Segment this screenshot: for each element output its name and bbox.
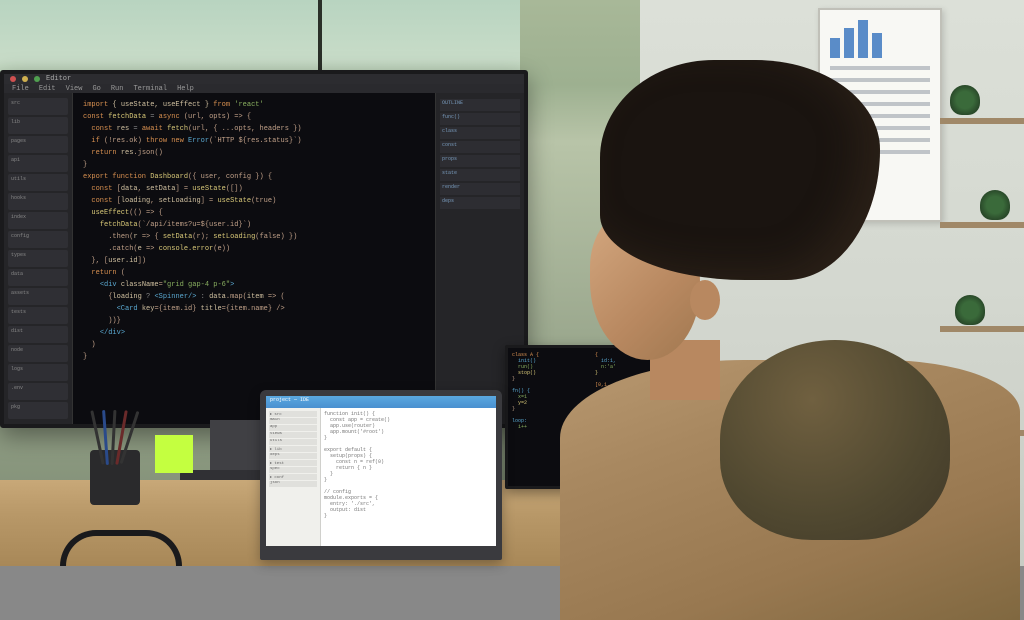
code-line: } xyxy=(324,513,493,519)
menu-item: Go xyxy=(92,85,100,93)
outline-item: OUTLINE xyxy=(440,99,520,111)
file-tree-item: .env xyxy=(8,383,68,400)
menu-item: Help xyxy=(177,85,194,93)
file-tree-item: lib xyxy=(8,117,68,134)
person-developer xyxy=(560,60,1020,566)
window-control-icon xyxy=(10,76,16,82)
file-tree-item: config xyxy=(8,231,68,248)
code-line: return res.json() xyxy=(83,147,425,159)
hoodie-hood xyxy=(720,340,950,540)
outline-item: const xyxy=(440,141,520,153)
code-line: <Card key={item.id} title={item.name} /> xyxy=(83,303,425,315)
whiteboard-chart xyxy=(830,18,930,58)
file-tree-item: deps xyxy=(269,453,317,459)
sticky-note xyxy=(155,435,193,473)
file-tree-item: index xyxy=(8,212,68,229)
menu-item: File xyxy=(12,85,29,93)
laptop-file-tree: ▸ src main app views utils▸ lib deps▸ te… xyxy=(266,408,321,546)
menu-item: Run xyxy=(111,85,124,93)
code-line: {loading ? <Spinner/> : data.map(item =>… xyxy=(83,291,425,303)
outline-item: func() xyxy=(440,113,520,125)
code-line: <div className="grid gap-4 p-6"> xyxy=(83,279,425,291)
outline-item: props xyxy=(440,155,520,167)
file-tree-item: logs xyxy=(8,364,68,381)
file-tree-item: hooks xyxy=(8,193,68,210)
file-tree-item: dist xyxy=(8,326,68,343)
code-line: ) xyxy=(83,339,425,351)
code-line: import { useState, useEffect } from 'rea… xyxy=(83,99,425,111)
code-line: useEffect(() => { xyxy=(83,207,425,219)
file-tree-item: ▸ test xyxy=(269,460,317,466)
code-line: }, [user.id]) xyxy=(83,255,425,267)
outline-item: class xyxy=(440,127,520,139)
code-line: .catch(e => console.error(e)) xyxy=(83,243,425,255)
outline-item: deps xyxy=(440,197,520,209)
file-tree-item: ▸ lib xyxy=(269,446,317,452)
file-tree-item: utils xyxy=(8,174,68,191)
file-tree-item: ▸ src xyxy=(269,411,317,417)
dark-ide: Editor File Edit View Go Run Terminal Help src… xyxy=(4,74,524,424)
file-tree-item: ▸ conf xyxy=(269,474,317,480)
ide-titlebar: Editor xyxy=(4,74,524,84)
laptop-screen: project — IDE ▸ src main app views utils… xyxy=(260,390,502,560)
file-tree-item: node xyxy=(8,345,68,362)
code-line: const [data, setData] = useState([]) xyxy=(83,183,425,195)
file-tree-item: json xyxy=(269,481,317,487)
external-monitor: Editor File Edit View Go Run Terminal Help src… xyxy=(0,70,528,428)
pen-holder xyxy=(90,450,140,505)
code-line: .then(r => { setData(r); setLoading(fals… xyxy=(83,231,425,243)
file-tree-item: assets xyxy=(8,288,68,305)
ide-file-explorer: src lib pages api utils hooks index config types… xyxy=(4,93,73,424)
ide-menubar: File Edit View Go Run Terminal Help xyxy=(4,84,524,93)
file-tree-item: utils xyxy=(269,439,317,445)
code-line: } xyxy=(83,159,425,171)
file-tree-item: app xyxy=(269,425,317,431)
ide-title: Editor xyxy=(46,75,71,83)
code-line: const res = await fetch(url, { ...opts, … xyxy=(83,123,425,135)
file-tree-item: main xyxy=(269,418,317,424)
headphones xyxy=(60,530,182,566)
code-line: export function Dashboard({ user, config… xyxy=(83,171,425,183)
file-tree-item: pages xyxy=(8,136,68,153)
menu-item: Edit xyxy=(39,85,56,93)
file-tree-item: pkg xyxy=(8,402,68,419)
file-tree-item: tests xyxy=(8,307,68,324)
file-tree-item: types xyxy=(8,250,68,267)
ide-editor: import { useState, useEffect } from 'rea… xyxy=(73,93,435,424)
file-tree-item: views xyxy=(269,432,317,438)
menu-item: Terminal xyxy=(133,85,167,93)
window-control-icon xyxy=(34,76,40,82)
code-line: ))} xyxy=(83,315,425,327)
file-tree-item: src xyxy=(8,98,68,115)
menu-item: View xyxy=(66,85,83,93)
code-line: </div> xyxy=(83,327,425,339)
office-scene: Editor File Edit View Go Run Terminal Help src… xyxy=(0,0,1024,566)
code-line: return ( xyxy=(83,267,425,279)
hair xyxy=(600,60,880,280)
file-tree-item: api xyxy=(8,155,68,172)
code-line: fetchData(`/api/items?u=${user.id}`) xyxy=(83,219,425,231)
laptop-ide-title: project — IDE xyxy=(266,396,496,408)
code-line: } xyxy=(83,351,425,363)
window-control-icon xyxy=(22,76,28,82)
file-tree-item: data xyxy=(8,269,68,286)
code-line: const [loading, setLoading] = useState(t… xyxy=(83,195,425,207)
outline-item: state xyxy=(440,169,520,181)
file-tree-item: spec xyxy=(269,467,317,473)
code-line: if (!res.ok) throw new Error(`HTTP ${res… xyxy=(83,135,425,147)
ear xyxy=(690,280,720,320)
code-line: const fetchData = async (url, opts) => { xyxy=(83,111,425,123)
outline-item: render xyxy=(440,183,520,195)
laptop-editor: function init() { const app = create() a… xyxy=(321,408,496,546)
